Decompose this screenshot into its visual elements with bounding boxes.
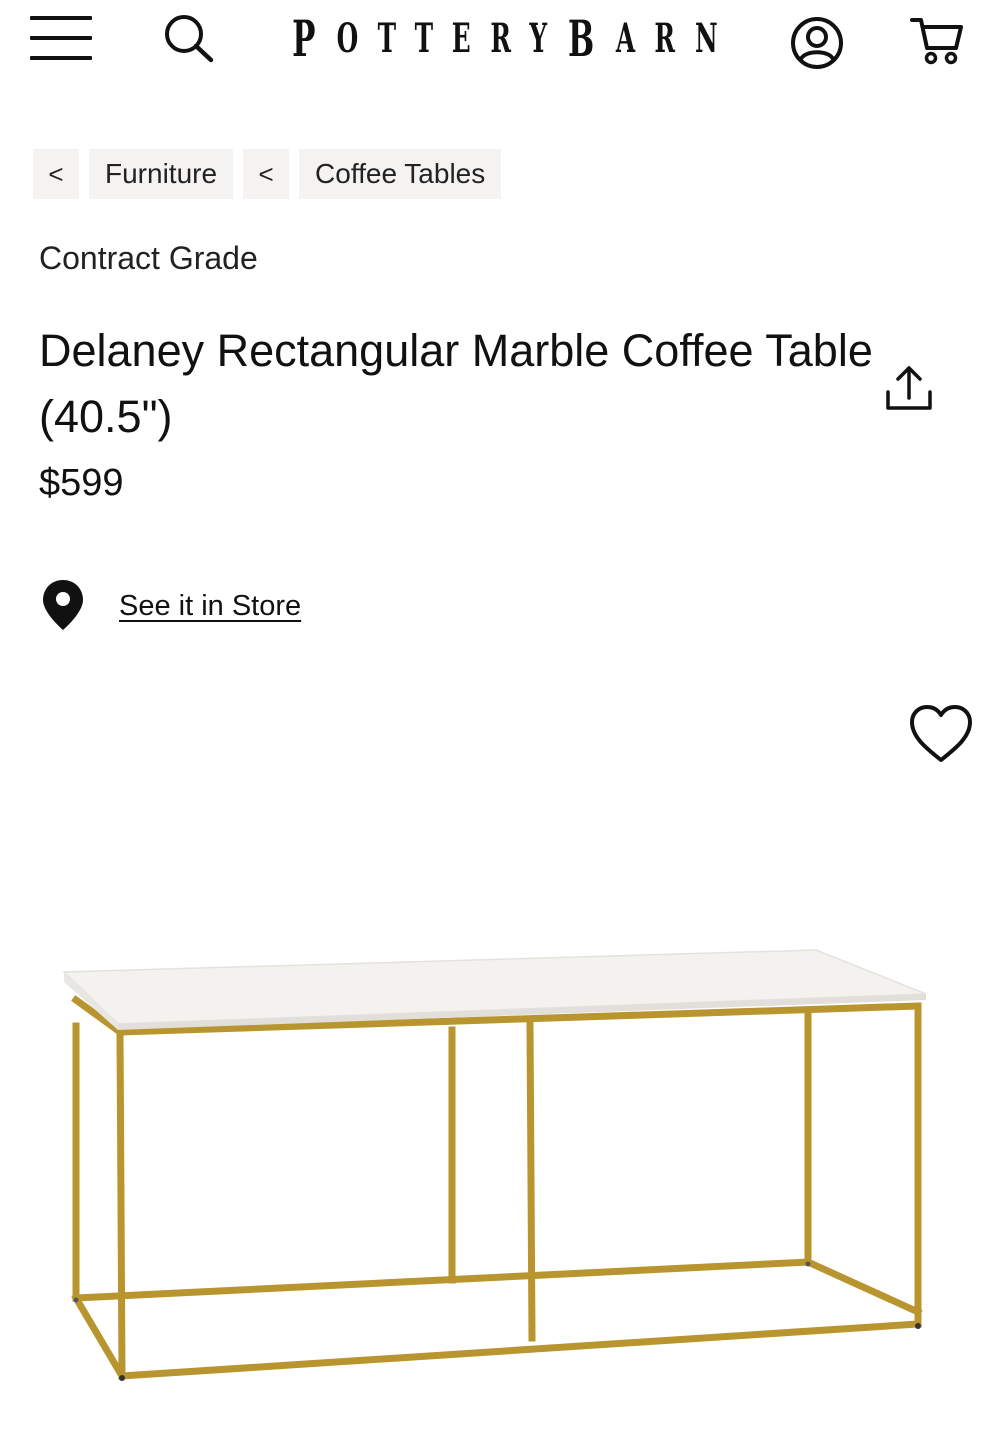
share-icon[interactable] xyxy=(880,362,938,420)
hamburger-menu-icon[interactable] xyxy=(28,14,94,62)
chevron-left-icon: < xyxy=(258,158,274,189)
product-price: $599 xyxy=(39,462,124,504)
breadcrumb-back-furniture[interactable]: < xyxy=(33,149,79,199)
see-in-store-row: See it in Store xyxy=(40,576,301,636)
breadcrumb-back-coffee-tables[interactable]: < xyxy=(243,149,290,199)
site-header: POTTERYBARN xyxy=(0,0,992,90)
breadcrumb-coffee-tables-link[interactable]: Coffee Tables xyxy=(299,149,502,199)
search-icon[interactable] xyxy=(160,12,216,64)
breadcrumb-furniture-link[interactable]: Furniture xyxy=(89,149,234,199)
pottery-barn-logo[interactable]: POTTERYBARN xyxy=(285,8,725,68)
product-eyebrow: Contract Grade xyxy=(39,240,258,276)
chevron-left-icon: < xyxy=(48,158,64,189)
heart-icon[interactable] xyxy=(906,702,976,766)
product-title: Delaney Rectangular Marble Coffee Table … xyxy=(39,325,873,442)
breadcrumb: < Furniture < Coffee Tables xyxy=(33,149,502,199)
product-image[interactable] xyxy=(0,900,992,1440)
account-icon[interactable] xyxy=(788,14,846,72)
location-pin-icon xyxy=(40,578,86,634)
see-in-store-link[interactable]: See it in Store xyxy=(119,590,301,623)
cart-icon[interactable] xyxy=(908,12,966,68)
